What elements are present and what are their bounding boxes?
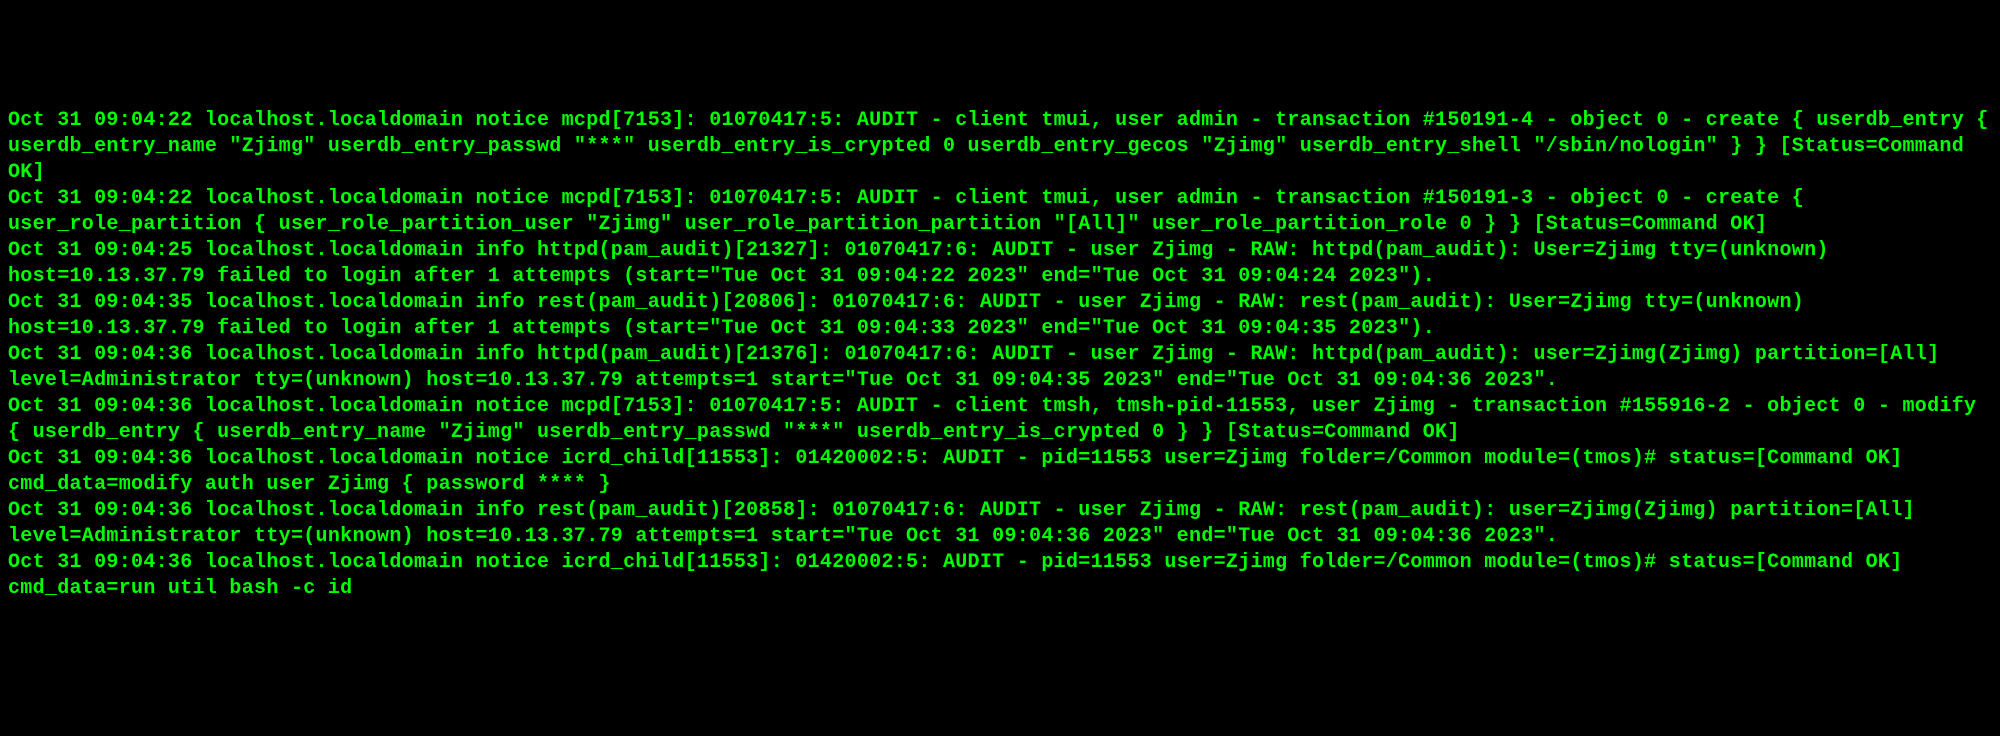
log-line: Oct 31 09:04:36 localhost.localdomain no…	[8, 446, 1992, 498]
log-line: Oct 31 09:04:25 localhost.localdomain in…	[8, 238, 1992, 290]
log-line: Oct 31 09:04:22 localhost.localdomain no…	[8, 186, 1992, 238]
log-line: Oct 31 09:04:22 localhost.localdomain no…	[8, 108, 1992, 186]
log-line: Oct 31 09:04:36 localhost.localdomain no…	[8, 550, 1992, 602]
log-line: Oct 31 09:04:36 localhost.localdomain no…	[8, 394, 1992, 446]
log-line: Oct 31 09:04:36 localhost.localdomain in…	[8, 342, 1992, 394]
log-line: Oct 31 09:04:35 localhost.localdomain in…	[8, 290, 1992, 342]
terminal-log-output: Oct 31 09:04:22 localhost.localdomain no…	[8, 108, 1992, 602]
log-line: Oct 31 09:04:36 localhost.localdomain in…	[8, 498, 1992, 550]
